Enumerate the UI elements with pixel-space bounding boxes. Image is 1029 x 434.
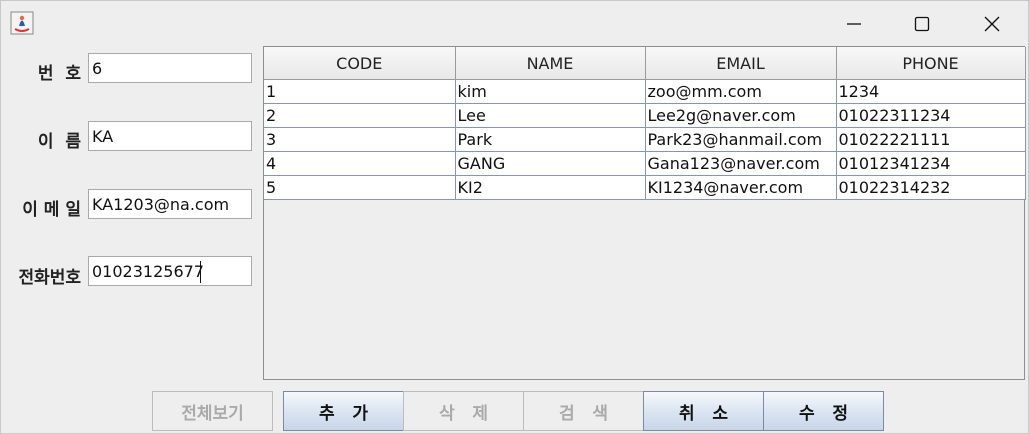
table-row[interactable]: 5 KI2 KI1234@naver.com 01022314232 xyxy=(264,175,1026,200)
table-header-row: CODE NAME EMAIL PHONE xyxy=(264,47,1026,80)
column-header-code[interactable]: CODE xyxy=(264,47,456,80)
table-cell[interactable]: 4 xyxy=(264,151,456,176)
table-cell[interactable]: 1 xyxy=(264,79,456,104)
minimize-icon xyxy=(847,23,861,25)
delete-button-label: 삭 제 xyxy=(438,403,489,424)
table-row[interactable]: 1 kim zoo@mm.com 1234 xyxy=(264,79,1026,104)
column-header-name[interactable]: NAME xyxy=(455,47,646,80)
maximize-button[interactable] xyxy=(899,5,945,43)
table-cell[interactable]: 01022221111 xyxy=(836,127,1026,152)
view-all-button-label: 전체보기 xyxy=(181,403,244,424)
java-app-icon xyxy=(10,11,34,35)
close-button[interactable] xyxy=(969,5,1015,43)
table-cell[interactable]: 5 xyxy=(264,175,456,200)
column-header-phone[interactable]: PHONE xyxy=(836,47,1026,80)
edit-button-label: 수 정 xyxy=(798,403,849,424)
table-row[interactable]: 2 Lee Lee2g@naver.com 01022311234 xyxy=(264,103,1026,128)
view-all-button[interactable]: 전체보기 xyxy=(152,391,273,431)
app-window: 번 호 이 름 이 메 일 전화번호 CODE NAME EMAIL PHONE xyxy=(0,0,1029,434)
table-cell[interactable]: Park xyxy=(455,127,646,152)
number-field[interactable] xyxy=(88,53,252,83)
table-cell[interactable]: Lee2g@naver.com xyxy=(645,103,837,128)
table-cell[interactable]: Park23@hanmail.com xyxy=(645,127,837,152)
table-cell[interactable]: kim xyxy=(455,79,646,104)
table-cell[interactable]: Gana123@naver.com xyxy=(645,151,837,176)
member-table-scrollpane[interactable]: CODE NAME EMAIL PHONE 1 kim zoo@mm.com 1… xyxy=(263,46,1026,380)
search-button-label: 검 색 xyxy=(558,403,609,424)
table-row[interactable]: 3 Park Park23@hanmail.com 01022221111 xyxy=(264,127,1026,152)
table-cell[interactable]: KI1234@naver.com xyxy=(645,175,837,200)
column-header-email[interactable]: EMAIL xyxy=(645,47,837,80)
title-bar xyxy=(1,1,1028,45)
edit-button[interactable]: 수 정 xyxy=(763,391,884,431)
add-button-label: 추 가 xyxy=(318,403,369,424)
table-cell[interactable]: Lee xyxy=(455,103,646,128)
table-cell[interactable]: 01022311234 xyxy=(836,103,1026,128)
cancel-button[interactable]: 취 소 xyxy=(643,391,764,431)
table-cell[interactable]: 3 xyxy=(264,127,456,152)
table-cell[interactable]: 01012341234 xyxy=(836,151,1026,176)
add-button[interactable]: 추 가 xyxy=(283,391,404,431)
search-button[interactable]: 검 색 xyxy=(523,391,644,431)
text-caret xyxy=(200,261,201,283)
member-table[interactable]: CODE NAME EMAIL PHONE 1 kim zoo@mm.com 1… xyxy=(264,47,1026,200)
email-label: 이 메 일 xyxy=(22,200,81,220)
table-row[interactable]: 4 GANG Gana123@naver.com 01012341234 xyxy=(264,151,1026,176)
table-cell[interactable]: KI2 xyxy=(455,175,646,200)
number-label: 번 호 xyxy=(37,64,81,84)
cancel-button-label: 취 소 xyxy=(678,403,729,424)
minimize-button[interactable] xyxy=(831,5,877,43)
table-cell[interactable]: zoo@mm.com xyxy=(645,79,837,104)
phone-field[interactable] xyxy=(88,256,252,286)
table-cell[interactable]: 2 xyxy=(264,103,456,128)
close-icon xyxy=(984,16,1000,32)
table-cell[interactable]: 1234 xyxy=(836,79,1026,104)
name-field[interactable] xyxy=(88,121,252,151)
maximize-icon xyxy=(914,16,930,32)
phone-label: 전화번호 xyxy=(18,268,81,288)
delete-button[interactable]: 삭 제 xyxy=(403,391,524,431)
name-label: 이 름 xyxy=(37,132,81,152)
table-cell[interactable]: 01022314232 xyxy=(836,175,1026,200)
email-field[interactable] xyxy=(88,189,252,219)
table-cell[interactable]: GANG xyxy=(455,151,646,176)
